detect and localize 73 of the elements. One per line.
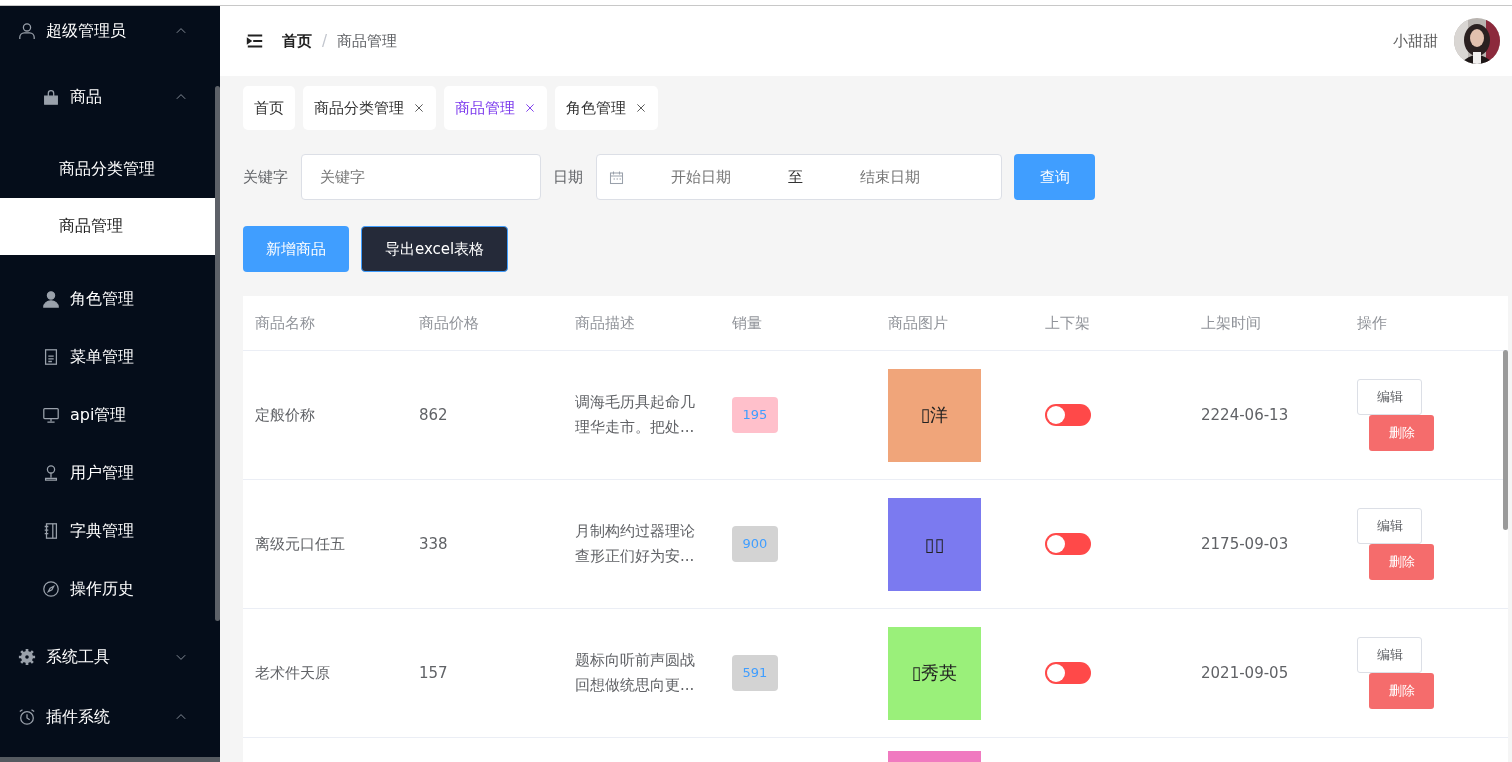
edit-button[interactable]: 编辑 [1357,379,1422,415]
table-cell: 862 [419,406,448,424]
shopping-bag-icon [42,88,60,106]
table-cell-text: 题标向听前声圆战回想做统思向更... [575,650,696,696]
edit-button[interactable]: 编辑 [1357,637,1422,673]
notebook-icon [42,522,60,540]
column-header: 商品图片 [888,313,948,333]
tab[interactable]: 商品分类管理 [303,86,436,130]
breadcrumb-item: 商品管理 [337,31,398,51]
alarm-clock-icon [18,708,36,726]
keyword-field[interactable]: 关键字 [301,154,541,200]
menu-item[interactable]: 插件系统 [0,692,215,742]
menu-item[interactable]: 字典管理 [0,502,215,560]
column-header: 上架时间 [1201,313,1261,333]
date-range-field: 开始日期 至 结束日期 [596,154,1002,200]
field-label: 关键字 [243,167,288,187]
menu-item[interactable]: 超级管理员 [0,6,215,56]
scrollbar-thumb[interactable] [1503,350,1508,530]
tab[interactable]: 首页 [243,86,295,130]
toggle-switch[interactable] [1045,404,1091,426]
gear-icon [18,648,36,666]
menu-item[interactable]: 系统工具 [0,628,215,686]
sales-tag: 900 [732,526,778,562]
toggle-switch[interactable] [1045,662,1091,684]
compass-icon [42,580,60,598]
image-caption: ▯洋 [920,403,949,427]
field-label: 日期 [553,167,583,187]
menu-item[interactable]: 角色管理 [0,270,215,328]
edit-button[interactable]: 编辑 [1357,508,1422,544]
start-date-field[interactable]: 开始日期 [624,167,778,187]
table-cell: 2175-09-03 [1201,535,1289,553]
export-button[interactable]: 导出excel表格 [361,226,509,272]
table-cell: 老术件天原 [255,663,330,683]
document-icon [42,348,60,366]
user-icon [42,464,60,482]
column-header: 上下架 [1045,313,1090,333]
sales-tag: 591 [732,655,778,691]
table-cell: 157 [419,664,448,682]
column-header: 商品描述 [575,313,635,333]
sales-tag: 195 [732,397,778,433]
menu-item[interactable]: 商品分类管理 [0,141,215,198]
monitor-icon [42,406,60,424]
image-caption: ▯秀英 [911,661,958,685]
user-name[interactable]: 小甜甜 [1393,31,1438,51]
menu-item[interactable]: api管理 [0,386,215,444]
tab[interactable]: 商品管理 [444,86,547,130]
table-cell: 定般价称 [255,405,315,425]
end-date-field[interactable]: 结束日期 [813,167,967,187]
toggle-switch[interactable] [1045,533,1091,555]
table-cell-text: 月制构约过器理论查形正们好为安... [575,521,696,567]
table-cell-text: 调海毛历具起命几理华走市。把处... [575,392,696,438]
scrollbar-thumb[interactable] [215,86,220,621]
menu-item[interactable]: 操作历史 [0,560,215,618]
menu-item[interactable]: 商品 [0,72,215,122]
table-cell: 338 [419,535,448,553]
table-cell: 离级元口任五 [255,534,345,554]
tab[interactable]: 角色管理 [555,86,658,130]
menu-icon [246,32,264,50]
column-header: 商品名称 [255,313,315,333]
table-cell: 2021-09-05 [1201,664,1289,682]
menu-item[interactable]: 菜单管理 [0,328,215,386]
column-header: 销量 [732,313,762,333]
calendar-icon [609,169,624,185]
column-header: 操作 [1357,313,1387,333]
breadcrumb-item[interactable]: 首页 [282,31,312,51]
table-cell: 2224-06-13 [1201,406,1289,424]
menu-item[interactable]: 商品管理 [0,198,215,255]
image-caption: ▯▯ [924,533,945,555]
breadcrumb-separator: / [322,32,328,50]
person-icon [42,290,60,308]
user-icon [18,22,36,40]
column-header: 商品价格 [419,313,479,333]
menu-item[interactable]: 用户管理 [0,444,215,502]
